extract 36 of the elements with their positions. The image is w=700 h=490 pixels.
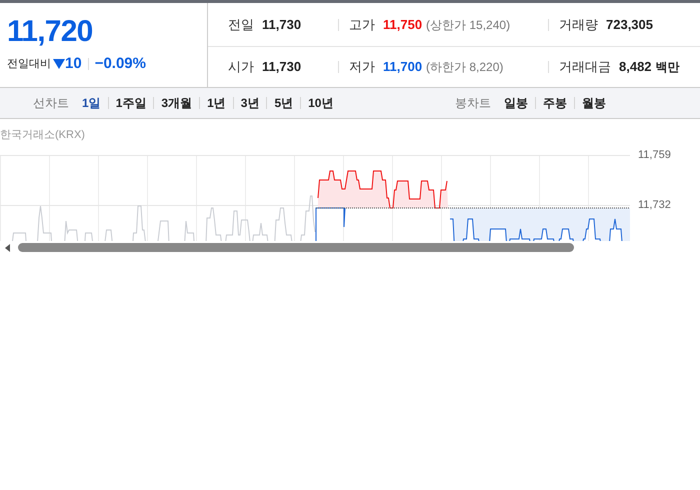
stat-label: 거래대금 xyxy=(559,58,611,76)
period-tab[interactable]: 3개월 xyxy=(154,94,200,112)
stat-label: 거래량 xyxy=(559,16,598,34)
period-tab[interactable]: 5년 xyxy=(267,94,300,112)
y-axis-label: 11,759 xyxy=(638,148,671,163)
scrollbar-thumb[interactable] xyxy=(18,243,574,252)
stat-note: (상한가 15,240) xyxy=(426,16,510,34)
stat-label: 전일 xyxy=(228,16,254,34)
period-tab[interactable]: 주봉 xyxy=(536,94,574,112)
change-label: 전일대비 xyxy=(7,57,51,72)
y-axis-label: 11,732 xyxy=(638,198,671,213)
stat-note: (하한가 8,220) xyxy=(426,59,504,76)
source-label: 한국거래소(KRX) xyxy=(0,128,85,143)
scroll-left-icon[interactable] xyxy=(5,244,10,252)
current-price: 11,720 xyxy=(7,17,94,47)
stat-value: 11,730 xyxy=(262,16,302,34)
stat-value: 11,750 xyxy=(383,16,422,34)
stat-label: 고가 xyxy=(349,16,375,34)
period-tab[interactable]: 1년 xyxy=(200,94,233,112)
stat-value: 723,305 xyxy=(606,16,653,34)
stat-label: 시가 xyxy=(228,58,254,76)
stat-value: 8,482 xyxy=(619,58,652,76)
period-tab[interactable]: 일봉 xyxy=(497,94,535,112)
change-rate: −0.09% xyxy=(94,54,146,74)
stat-value: 11,730 xyxy=(262,58,302,76)
stat-value: 11,700 xyxy=(383,58,422,76)
line-chart-label: 선차트 xyxy=(33,95,69,112)
candle-chart-label: 봉차트 xyxy=(455,95,491,112)
stat-unit: 백만 xyxy=(656,59,680,76)
period-tab[interactable]: 월봉 xyxy=(575,94,613,112)
period-tab[interactable]: 1일 xyxy=(75,94,108,112)
period-tab[interactable]: 10년 xyxy=(301,94,340,112)
period-tab[interactable]: 1주일 xyxy=(108,94,154,112)
change-amount: 10 xyxy=(65,54,82,74)
stat-label: 저가 xyxy=(349,58,375,76)
period-tab[interactable]: 3년 xyxy=(234,94,266,112)
